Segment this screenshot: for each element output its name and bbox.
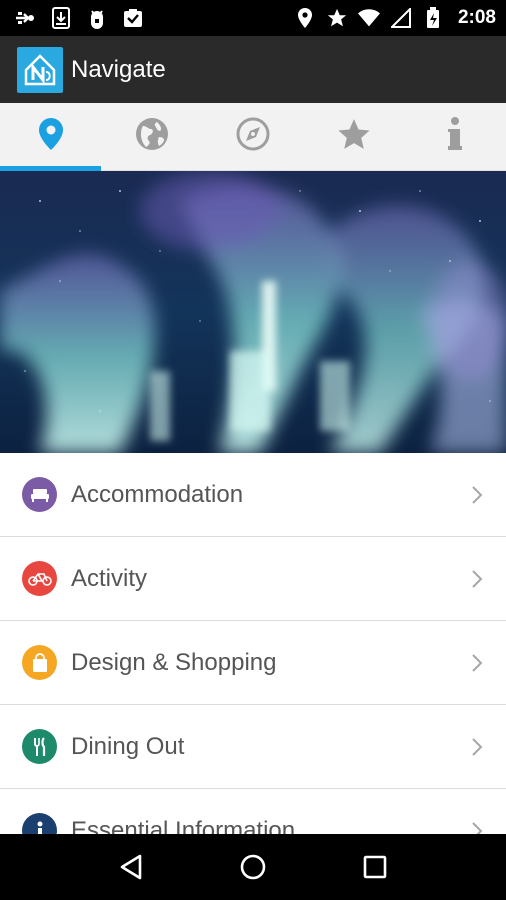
shopping-bag-icon (22, 645, 57, 680)
chevron-right-icon (470, 568, 484, 590)
tab-favorites[interactable] (304, 103, 405, 170)
list-item-essential-information[interactable]: Essential Information (0, 789, 506, 834)
home-button[interactable] (233, 847, 273, 887)
system-nav-bar (0, 834, 506, 900)
list-item-design-shopping[interactable]: Design & Shopping (0, 621, 506, 705)
list-item-label: Dining Out (71, 732, 185, 760)
bed-icon (22, 477, 57, 512)
chevron-right-icon (470, 652, 484, 674)
tab-globe[interactable] (101, 103, 202, 170)
list-item-label: Design & Shopping (71, 648, 277, 676)
download-icon (50, 7, 72, 29)
location-icon (294, 7, 316, 29)
back-button[interactable] (111, 847, 151, 887)
info-icon (447, 117, 463, 156)
app-bar: Navigate (0, 36, 506, 103)
status-bar: 2:08 (0, 0, 506, 36)
chevron-right-icon (470, 820, 484, 834)
chevron-right-icon (470, 736, 484, 758)
tab-compass[interactable] (202, 103, 303, 170)
status-right: 2:08 (294, 7, 496, 29)
bicycle-icon (22, 561, 57, 596)
battery-icon (422, 7, 444, 29)
compass-icon (236, 117, 270, 156)
list-item-accommodation[interactable]: Accommodation (0, 453, 506, 537)
category-list: Accommodation Activity Design & Shopping… (0, 453, 506, 834)
recents-button[interactable] (355, 847, 395, 887)
star-icon (326, 7, 348, 29)
fork-knife-icon (22, 729, 57, 764)
info-icon (22, 813, 57, 834)
globe-icon (135, 117, 169, 156)
hero-aurora-image (0, 171, 506, 453)
list-item-dining-out[interactable]: Dining Out (0, 705, 506, 789)
list-item-activity[interactable]: Activity (0, 537, 506, 621)
tab-location[interactable] (0, 103, 102, 171)
app-title: Navigate (71, 55, 166, 83)
wifi-icon (357, 7, 380, 29)
signal-icon (390, 7, 412, 29)
status-left (14, 7, 144, 29)
chevron-right-icon (470, 484, 484, 506)
tab-info[interactable] (405, 103, 506, 170)
list-item-label: Essential Information (71, 816, 296, 835)
star-icon (336, 117, 372, 156)
android-debug-icon (86, 7, 108, 29)
navigate-logo-icon[interactable] (17, 46, 63, 93)
tab-bar (0, 103, 506, 171)
usb-icon (14, 7, 36, 29)
list-item-label: Activity (71, 564, 148, 592)
clipboard-icon (122, 7, 144, 29)
status-time: 2:08 (457, 7, 496, 28)
list-item-label: Accommodation (71, 480, 244, 508)
location-pin-icon (38, 117, 64, 156)
